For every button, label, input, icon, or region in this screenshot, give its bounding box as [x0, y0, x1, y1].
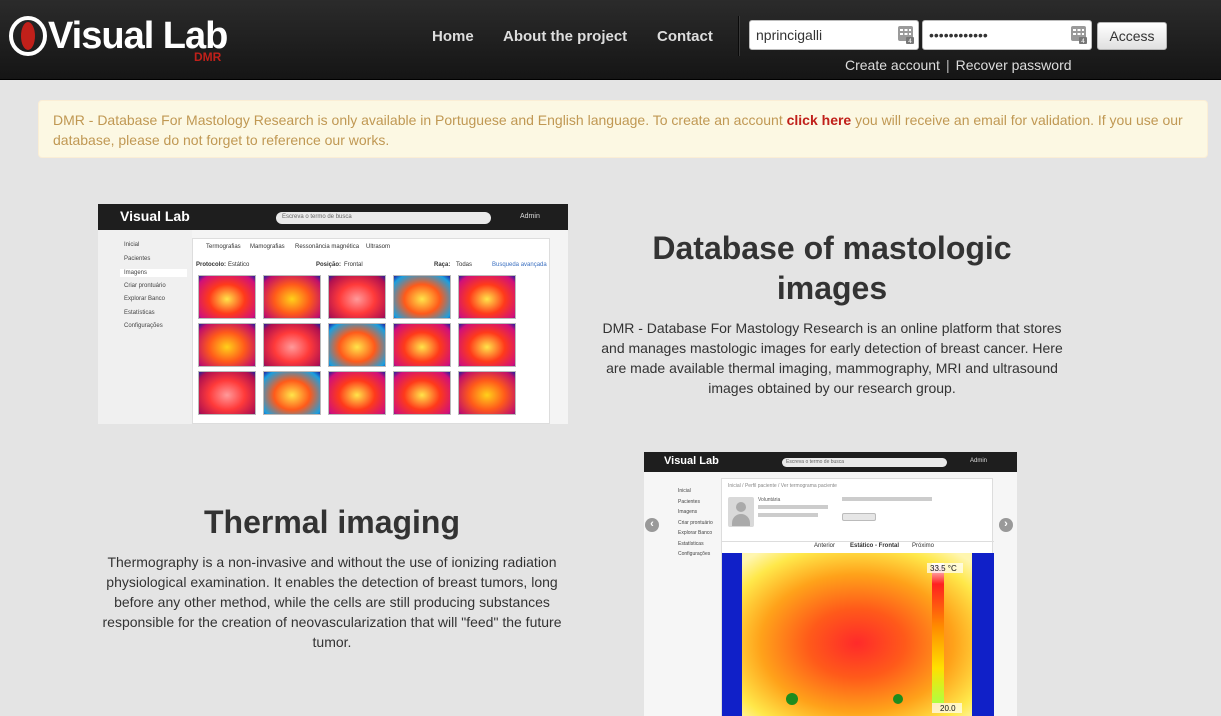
carousel-prev-label: Anterior — [814, 543, 836, 549]
thermogram-thumbnail — [328, 323, 386, 367]
screenshot-filter: Raça: — [434, 262, 451, 268]
password-input[interactable]: •••••••••••• — [922, 20, 1092, 50]
thermal-imaging-description: Thermography is a non-invasive and witho… — [102, 554, 562, 650]
temperature-max: 33.5 °C — [930, 564, 957, 573]
virtual-keyboard-icon[interactable]: 4 — [897, 25, 915, 45]
screenshot-filter: Todas — [456, 262, 473, 268]
carousel-search-text: Escreva o termo de busca — [786, 459, 845, 465]
thermogram-thumbnail — [328, 275, 386, 319]
thermogram-image — [722, 553, 994, 716]
recover-password-link[interactable]: Recover password — [956, 57, 1072, 73]
chevron-left-icon[interactable]: ‹ — [645, 518, 659, 532]
thermogram-thumbnail — [393, 371, 451, 415]
virtual-keyboard-icon[interactable]: 4 — [1070, 25, 1088, 45]
carousel-header: Visual Lab Escreva o termo de busca Admi… — [644, 452, 1017, 472]
carousel-search: Escreva o termo de busca — [782, 458, 947, 467]
avatar-body — [732, 514, 750, 526]
link-separator: | — [945, 57, 950, 73]
carousel-sidebar-item: Estatísticas — [678, 540, 704, 547]
carousel-mode-label: Estático - Frontal — [850, 543, 900, 549]
alert-text-before: DMR - Database For Mastology Research is… — [53, 112, 787, 128]
screenshot-sidebar-item: Criar prontuário — [124, 282, 166, 289]
screenshot-sidebar-item: Configurações — [124, 323, 163, 329]
database-title: Database of mastologic images — [652, 230, 1012, 306]
screenshot-filter: Busqueda avançada — [492, 262, 547, 268]
platform-screenshot-grid: Visual Lab Escreva o termo de busca Admi… — [98, 204, 568, 424]
screenshot-filter: Estático — [228, 262, 250, 268]
thermogram-thumbnail — [328, 371, 386, 415]
carousel-sidebar-item: Pacientes — [678, 498, 700, 505]
thermogram-thumbnail — [263, 323, 321, 367]
screenshot-sidebar-item: Imagens — [120, 269, 188, 277]
thermal-carousel: Visual Lab Escreva o termo de busca Admi… — [644, 452, 1017, 716]
carousel-sidebar-item: Configurações — [678, 551, 711, 557]
screenshot-sidebar-item: Inicial — [124, 242, 140, 248]
carousel-sidebar-item: Criar prontuário — [678, 519, 713, 526]
carousel-logo: Visual Lab — [664, 455, 719, 467]
account-links: Create account | Recover password — [845, 57, 1072, 73]
screenshot-filter: Protocolo: — [196, 262, 226, 268]
svg-text:4: 4 — [908, 38, 912, 45]
patient-label: Voluntária — [758, 497, 781, 503]
thermal-imaging-title: Thermal imaging — [203, 504, 461, 540]
thermogram-thumbnail — [263, 275, 321, 319]
screenshot-tab: Ultrasom — [366, 244, 391, 250]
screenshot-tab: Ressonância magnética — [295, 244, 360, 250]
screenshot-search-text: Escreva o termo de busca — [282, 214, 352, 220]
nav-contact[interactable]: Contact — [657, 26, 713, 48]
carousel-breadcrumb: Inicial / Perfil paciente / Ver termogra… — [728, 483, 837, 489]
brand-logo[interactable]: Visual Lab DMR — [8, 14, 228, 64]
visual-lab-logo-icon — [9, 16, 47, 56]
create-account-link[interactable]: Create account — [845, 57, 940, 73]
thermogram-thumbnail — [393, 323, 451, 367]
carousel-sidebar-item: Explorar Banco — [678, 530, 713, 536]
thermogram-thumbnail — [198, 371, 256, 415]
screenshot-tab: Mamografias — [250, 244, 285, 250]
brand-subname: DMR — [194, 50, 222, 64]
carousel-content: Inicial / Perfil paciente / Ver termogra… — [721, 478, 994, 716]
thermogram-thumbnail — [458, 323, 516, 367]
thermogram-thumbnail — [393, 275, 451, 319]
nav-divider — [738, 16, 740, 56]
username-input[interactable]: nprincigalli — [749, 20, 919, 50]
temperature-min: 20.0 — [940, 704, 956, 713]
screenshot-header: Visual Lab Escreva o termo de busca Admi… — [98, 204, 568, 230]
screenshot-user: Admin — [520, 213, 540, 220]
thermogram-thumbnail — [198, 323, 256, 367]
screenshot-filter: Posição: — [316, 262, 342, 268]
carousel-next-label: Próximo — [912, 543, 935, 549]
carousel-user: Admin — [970, 458, 988, 464]
thermogram-thumbnail — [263, 371, 321, 415]
info-alert: DMR - Database For Mastology Research is… — [38, 100, 1208, 158]
patient-info-bar — [842, 497, 932, 501]
divider — [722, 541, 994, 542]
screenshot-sidebar-item: Pacientes — [124, 255, 151, 262]
chevron-right-icon[interactable]: › — [999, 518, 1013, 532]
edit-data-button — [842, 513, 876, 521]
avatar-head — [736, 502, 746, 512]
carousel-sidebar-item: Inicial — [678, 488, 691, 494]
screenshot-sidebar-item: Estatísticas — [124, 309, 155, 316]
screenshot-sidebar-item: Explorar Banco — [124, 296, 166, 302]
screenshot-logo: Visual Lab — [120, 208, 190, 224]
patient-info-bar — [758, 513, 818, 517]
screenshot-search: Escreva o termo de busca — [276, 212, 491, 224]
patient-info-bar — [758, 505, 828, 509]
screenshot-filter: Frontal — [344, 262, 363, 268]
screenshot-tab: Termografias — [206, 244, 241, 250]
thermogram-thumbnail — [458, 371, 516, 415]
top-navbar: Visual Lab DMR Home About the project Co… — [0, 0, 1221, 80]
database-description: DMR - Database For Mastology Research is… — [601, 320, 1063, 396]
patient-avatar — [728, 497, 754, 527]
thermogram-thumbnail — [458, 275, 516, 319]
nav-home[interactable]: Home — [432, 26, 474, 48]
access-button[interactable]: Access — [1097, 22, 1167, 50]
thermogram-thumbnail — [198, 275, 256, 319]
nav-about[interactable]: About the project — [503, 26, 627, 48]
create-account-alert-link[interactable]: click here — [787, 112, 852, 128]
svg-text:4: 4 — [1081, 38, 1085, 45]
carousel-sidebar-item: Imagens — [678, 509, 698, 515]
